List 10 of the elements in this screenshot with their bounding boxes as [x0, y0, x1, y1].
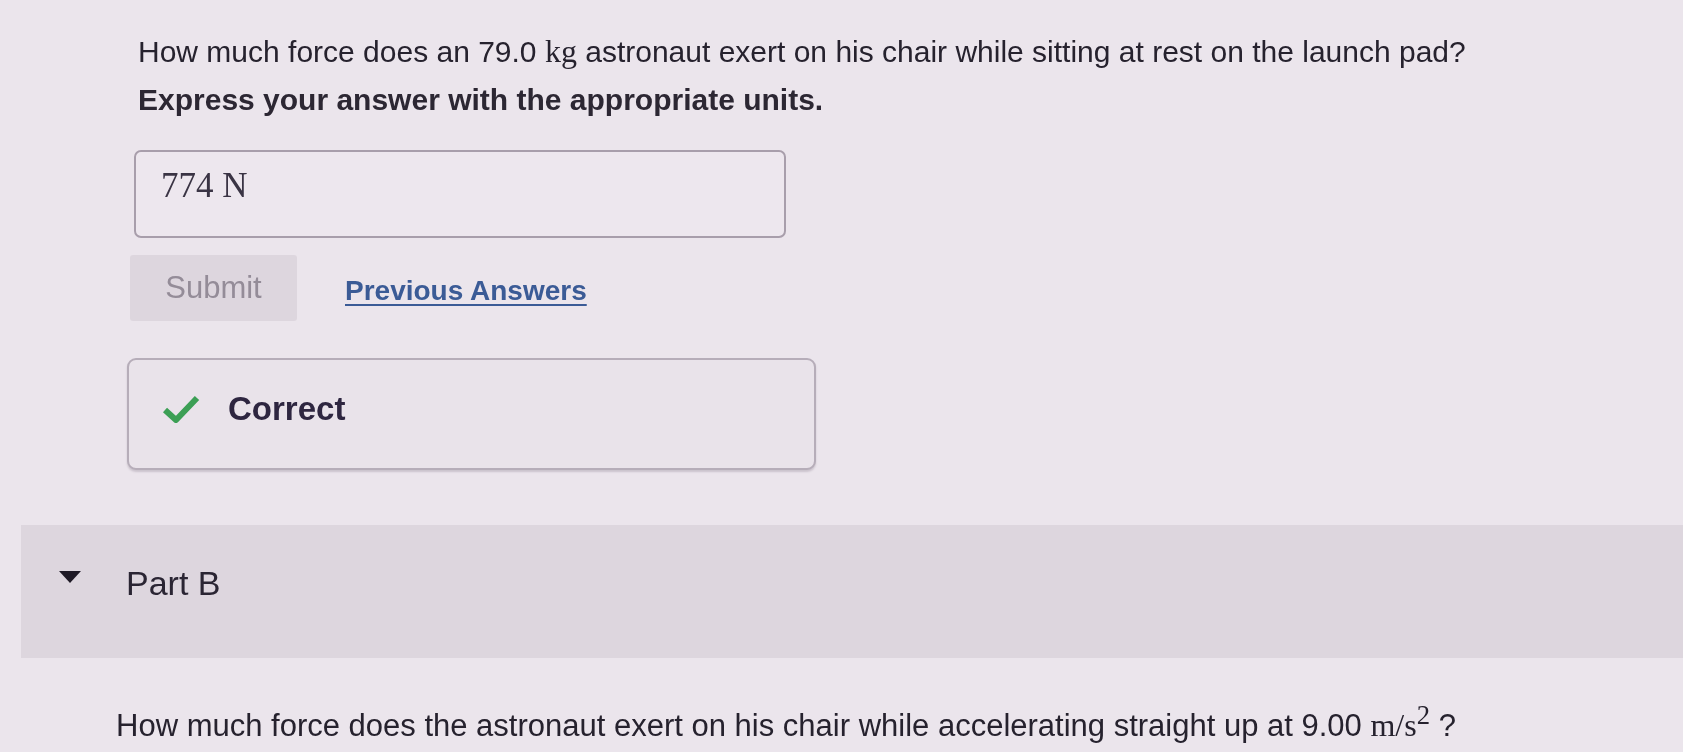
part-title: Part B [126, 563, 221, 603]
question-text: How much force does the astronaut exert on his chair while accelerating straight up at 9.00 m/s$^{2}$ ? [116, 699, 1456, 745]
part-header[interactable]: Part B [21, 525, 1683, 658]
feedback-text: Correct [228, 390, 346, 428]
caret-icon [59, 571, 81, 583]
previous-answers-link[interactable]: Previous Answers [345, 275, 587, 307]
answer-field[interactable]: 774 N [134, 150, 786, 238]
question-text: How much force does an 79.0 kg astronaut exert on his chair while sitting at rest on the launch pad? [138, 33, 1466, 70]
instruction-text: Express your answer with the appropriate units. [138, 82, 824, 118]
checkmark-icon [162, 395, 200, 423]
